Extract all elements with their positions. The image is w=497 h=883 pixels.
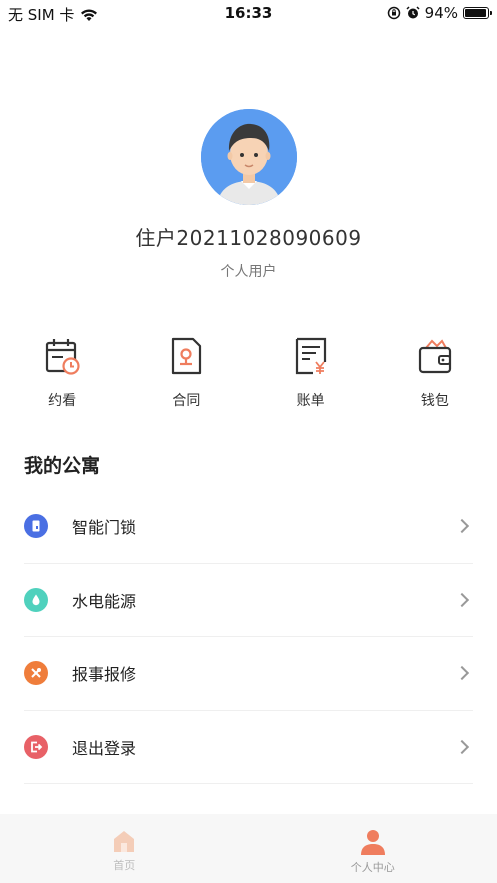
menu-label: 报事报修 — [72, 665, 137, 685]
chevron-right-icon — [454, 666, 470, 681]
menu-item-logout[interactable]: 退出登录 — [24, 711, 473, 784]
quick-action-label: 账单 — [296, 393, 325, 409]
tab-home[interactable]: 首页 — [0, 814, 249, 883]
apartment-menu: 智能门锁 水电能源 报事报修 退出登录 — [24, 490, 473, 784]
quick-action-wallet[interactable]: 钱包 — [373, 336, 497, 410]
tab-personal-center[interactable]: 个人中心 — [249, 814, 497, 883]
quick-action-contract[interactable]: 合同 — [124, 336, 248, 410]
avatar-illustration — [201, 109, 297, 205]
status-right: 94% — [387, 4, 492, 22]
bill-icon — [295, 337, 326, 375]
menu-item-smart-lock[interactable]: 智能门锁 — [24, 490, 473, 564]
wallet-icon — [418, 339, 451, 374]
door-lock-icon — [24, 514, 48, 539]
menu-label: 水电能源 — [72, 591, 137, 611]
battery-fill — [465, 9, 486, 17]
menu-item-utilities[interactable]: 水电能源 — [24, 564, 473, 637]
menu-label: 退出登录 — [72, 738, 137, 758]
user-type: 个人用户 — [220, 264, 277, 280]
quick-action-label: 约看 — [48, 393, 77, 409]
battery-icon — [463, 7, 492, 19]
repair-tools-icon — [24, 661, 48, 686]
tab-bar: 首页 个人中心 — [0, 814, 497, 883]
menu-item-repair[interactable]: 报事报修 — [24, 637, 473, 711]
section-title: 我的公寓 — [24, 455, 101, 477]
chevron-right-icon — [454, 739, 470, 754]
quick-action-bill[interactable]: 账单 — [249, 336, 373, 410]
alarm-icon — [406, 6, 420, 19]
quick-actions: 约看 合同 账单 钱包 — [0, 336, 497, 410]
chevron-right-icon — [454, 592, 470, 607]
person-icon — [360, 830, 385, 855]
quick-action-viewing[interactable]: 约看 — [0, 336, 124, 410]
water-drop-icon — [24, 587, 48, 612]
tab-label: 首页 — [113, 859, 136, 872]
avatar[interactable] — [201, 109, 297, 205]
calendar-clock-icon — [46, 339, 80, 375]
battery-percent: 94% — [424, 4, 458, 22]
chevron-right-icon — [454, 519, 470, 534]
home-icon — [114, 831, 135, 852]
menu-label: 智能门锁 — [72, 518, 137, 538]
rotation-lock-icon — [387, 6, 400, 20]
quick-action-label: 钱包 — [420, 393, 449, 409]
logout-icon — [24, 734, 48, 759]
user-name: 住户20211028090609 — [135, 226, 362, 250]
contract-icon — [172, 337, 202, 375]
tab-label: 个人中心 — [350, 861, 395, 874]
status-bar: 无 SIM 卡 16:33 94% — [0, 0, 497, 26]
quick-action-label: 合同 — [172, 393, 201, 409]
